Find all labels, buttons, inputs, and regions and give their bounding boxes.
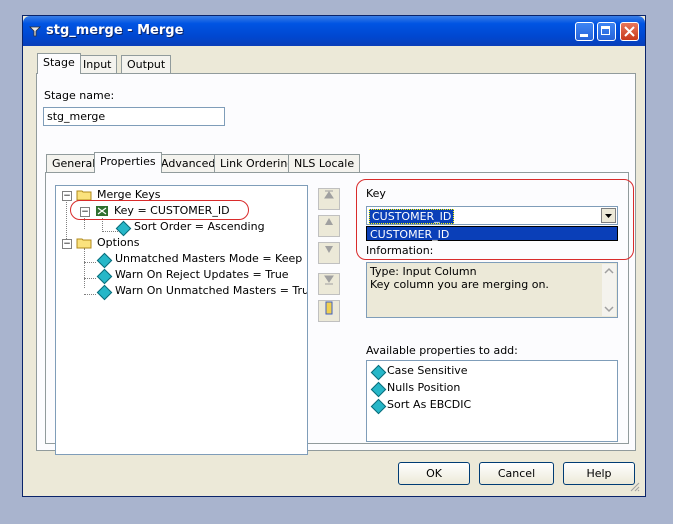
dropdown-arrow-button[interactable] xyxy=(601,208,616,223)
close-button[interactable] xyxy=(620,22,639,41)
information-text: Type: Input Column Key column you are me… xyxy=(366,262,618,318)
resize-grip-icon[interactable] xyxy=(628,480,640,492)
move-to-top-icon xyxy=(324,190,334,199)
stage-name-label: Stage name: xyxy=(44,89,115,102)
title-bar[interactable]: stg_merge - Merge xyxy=(23,16,645,46)
highlight-oval xyxy=(70,200,249,220)
window-content: Stage Input Output Stage name: stg_merge… xyxy=(26,46,642,494)
folder-icon xyxy=(76,238,92,249)
property-icon xyxy=(370,398,387,415)
property-icon xyxy=(115,220,132,237)
options-collapse-icon[interactable]: − xyxy=(62,239,72,249)
tree-sort-order[interactable]: Sort Order = Ascending xyxy=(134,219,265,234)
move-to-bottom-button[interactable] xyxy=(318,273,340,295)
tab-output[interactable]: Output xyxy=(121,55,172,74)
chevron-down-icon xyxy=(605,214,612,218)
info-scrollbar[interactable] xyxy=(602,264,616,316)
window-title: stg_merge - Merge xyxy=(46,23,184,38)
tab-stage[interactable]: Stage xyxy=(37,53,81,74)
move-up-button[interactable] xyxy=(318,215,340,237)
key-dropdown-option[interactable]: CUSTOMER_ID xyxy=(366,226,618,241)
move-down-icon xyxy=(325,246,333,253)
stage-name-input[interactable]: stg_merge xyxy=(43,107,225,126)
minimize-button[interactable] xyxy=(575,22,594,41)
property-icon xyxy=(370,381,387,398)
tree-unmatched-masters-mode[interactable]: Unmatched Masters Mode = Keep xyxy=(115,251,302,266)
ok-button[interactable]: OK xyxy=(398,462,470,485)
key-dropdown-value: CUSTOMER_ID xyxy=(369,209,455,224)
property-tree[interactable]: − Merge Keys − Key = CUSTOMER_ID Sort Or… xyxy=(55,185,308,455)
tab-advanced[interactable]: Advanced xyxy=(155,154,222,173)
key-dropdown[interactable]: CUSTOMER_ID xyxy=(366,206,618,225)
move-down-button[interactable] xyxy=(318,242,340,264)
scroll-down-icon[interactable] xyxy=(602,302,616,316)
info-description-line: Key column you are merging on. xyxy=(370,278,549,291)
column-selection-icon xyxy=(325,301,333,315)
property-icon xyxy=(370,364,387,381)
cancel-button[interactable]: Cancel xyxy=(479,462,554,485)
move-to-top-button[interactable] xyxy=(318,188,340,210)
property-icon xyxy=(96,252,113,269)
properties-panel: − Merge Keys − Key = CUSTOMER_ID Sort Or… xyxy=(45,172,634,455)
tree-options[interactable]: Options xyxy=(97,235,139,250)
stage-tab-panel: Stage name: stg_merge General Properties… xyxy=(36,73,636,455)
scroll-up-icon[interactable] xyxy=(602,264,616,278)
tab-nls-locale[interactable]: NLS Locale xyxy=(288,154,361,173)
information-label: Information: xyxy=(366,244,434,257)
merge-window: stg_merge - Merge Stage Input Output Sta… xyxy=(22,15,646,497)
tab-properties[interactable]: Properties xyxy=(94,152,162,173)
available-properties-list[interactable]: Case Sensitive Nulls Position Sort As EB… xyxy=(366,360,618,442)
move-up-icon xyxy=(325,218,333,225)
tree-warn-reject-updates[interactable]: Warn On Reject Updates = True xyxy=(115,267,289,282)
maximize-icon xyxy=(601,26,610,35)
key-label: Key xyxy=(366,187,386,200)
available-item-sort-as-ebcdic[interactable]: Sort As EBCDIC xyxy=(387,397,471,412)
column-selection-button[interactable] xyxy=(318,300,340,322)
close-icon xyxy=(624,26,635,37)
property-icon xyxy=(96,284,113,301)
tab-input[interactable]: Input xyxy=(77,55,118,74)
info-type-line: Type: Input Column xyxy=(370,265,477,278)
minimize-icon xyxy=(580,34,588,37)
stage-icon xyxy=(29,26,41,37)
maximize-button[interactable] xyxy=(597,22,616,41)
property-icon xyxy=(96,268,113,285)
available-properties-label: Available properties to add: xyxy=(366,344,518,357)
merge-keys-collapse-icon[interactable]: − xyxy=(62,191,72,201)
move-to-bottom-icon xyxy=(324,275,334,285)
available-item-case-sensitive[interactable]: Case Sensitive xyxy=(387,363,468,378)
help-button[interactable]: Help xyxy=(563,462,635,485)
tree-warn-unmatched-masters[interactable]: Warn On Unmatched Masters = True xyxy=(115,283,307,298)
available-item-nulls-position[interactable]: Nulls Position xyxy=(387,380,460,395)
